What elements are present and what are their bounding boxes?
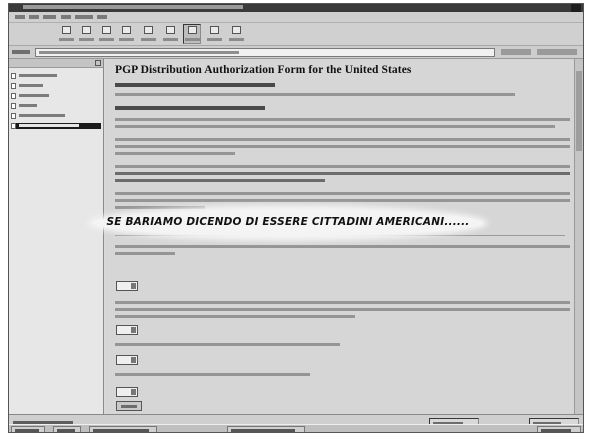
link-to-pgp-home[interactable] [115,83,275,87]
whats-related-button[interactable] [501,49,531,55]
security-button[interactable] [205,24,223,44]
links-toolbar[interactable] [537,49,577,55]
back-arrow-icon [62,26,71,34]
paragraph-line [115,165,570,168]
sidebar-panel [9,59,104,414]
system-tray-clock [537,426,581,432]
print-button[interactable] [183,24,201,44]
back-button[interactable] [57,24,75,44]
vertical-scrollbar[interactable] [574,59,583,414]
bookmarks-button[interactable] [161,24,179,44]
question-line [115,301,570,304]
page-content: PGP Distribution Authorization Form for … [105,59,583,414]
question-line [115,315,355,318]
terms-select[interactable] [116,355,138,365]
forward-button[interactable] [77,24,95,44]
chevron-down-icon [131,357,136,363]
menu-item-file[interactable] [15,15,25,19]
search-icon [144,26,153,34]
start-button[interactable] [11,426,45,432]
taskbar [9,424,583,432]
menu-bar [9,12,583,23]
export-select[interactable] [116,325,138,335]
folder-icon [11,93,16,99]
paragraph-line [115,172,570,175]
sidebar-header [9,59,103,68]
question-line [115,308,570,311]
stop-icon [232,26,241,34]
navigation-toolbar [9,23,583,46]
product-select[interactable] [116,387,138,397]
page-title: PGP Distribution Authorization Form for … [115,64,412,76]
paragraph-line [115,145,570,148]
question-line [115,245,570,248]
window-title [23,5,243,9]
bookmarks-icon [166,26,175,34]
chevron-down-icon [131,327,136,333]
paragraph-line [115,138,570,141]
security-icon [210,26,219,34]
question-line [115,252,175,255]
paragraph-line [115,179,325,182]
forward-arrow-icon [82,26,91,34]
menu-item-help[interactable] [97,15,107,19]
paragraph-line [115,118,570,121]
window-logo-icon [571,4,581,12]
paragraph-line [115,93,515,96]
browser-window: PGP Distribution Authorization Form for … [8,3,584,433]
folder-icon [11,83,16,89]
taskbar-quick-launch[interactable] [53,426,81,432]
chevron-down-icon [131,283,136,289]
citizenship-select[interactable] [116,281,138,291]
home-button[interactable] [117,24,135,44]
page-icon [11,113,16,119]
home-icon [122,26,131,34]
location-label [12,50,30,54]
reload-icon [102,26,111,34]
menu-item-go[interactable] [61,15,71,19]
scrollbar-thumb[interactable] [576,71,582,151]
location-bar [9,46,583,59]
submit-button[interactable] [116,401,142,411]
caption-overlay: SE BARIAMO DICENDO DI ESSERE CITTADINI A… [93,210,483,236]
menu-item-view[interactable] [43,15,56,19]
menu-item-edit[interactable] [29,15,39,19]
menu-item-communicator[interactable] [75,15,93,19]
sidebar-item-selected[interactable] [11,123,101,129]
chevron-down-icon [131,389,136,395]
title-bar [9,4,583,12]
link-to-canada-page[interactable] [115,106,265,110]
folder-icon [11,103,16,109]
question-line [115,343,340,346]
search-button[interactable] [139,24,157,44]
paragraph-line [115,199,570,202]
reload-button[interactable] [97,24,115,44]
taskbar-item[interactable] [89,426,157,432]
folder-icon [11,73,16,79]
question-line [115,373,310,376]
paragraph-line [115,192,570,195]
close-icon[interactable] [95,60,101,66]
page-icon [11,123,16,129]
paragraph-line [115,152,235,155]
paragraph-line [115,206,205,209]
stop-button[interactable] [227,24,245,44]
url-input[interactable] [35,48,495,57]
taskbar-item-active[interactable] [227,426,305,432]
print-icon [188,26,197,34]
paragraph-line [115,125,555,128]
overlay-caption: SE BARIAMO DICENDO DI ESSERE CITTADINI A… [106,216,470,228]
